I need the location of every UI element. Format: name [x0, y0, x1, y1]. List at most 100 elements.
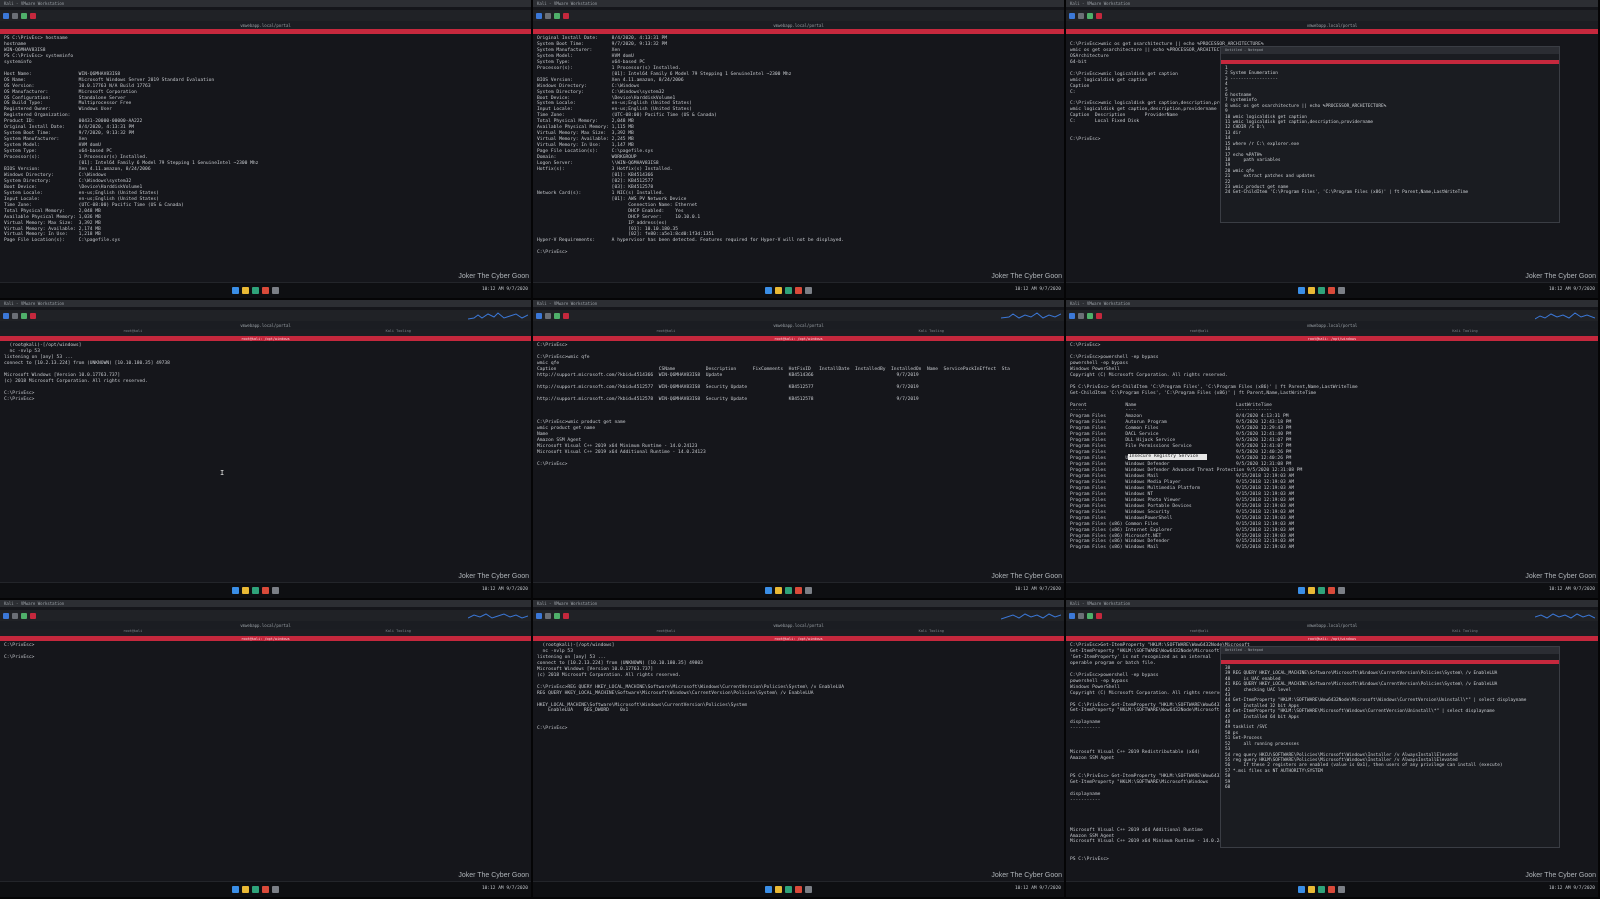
file-explorer-icon[interactable]: [1308, 886, 1315, 893]
app-icon[interactable]: [536, 612, 542, 619]
terminal-output[interactable]: (root@kali)-[/opt/windows] nc -nvlp 53 l…: [533, 641, 1064, 863]
edge-icon[interactable]: [1318, 587, 1325, 594]
app-icon[interactable]: [1069, 612, 1075, 619]
address-bar[interactable]: vmwebapp.local/portal: [1066, 21, 1598, 29]
play-icon[interactable]: [21, 312, 27, 319]
play-icon[interactable]: [1087, 612, 1093, 619]
address-bar[interactable]: vmwebapp.local/portal: [533, 621, 1064, 629]
file-explorer-icon[interactable]: [1308, 587, 1315, 594]
tab-left[interactable]: root@kali: [0, 629, 266, 636]
vmware-icon[interactable]: [272, 886, 279, 893]
stop-icon[interactable]: [1096, 12, 1102, 19]
windows-start-icon[interactable]: [765, 587, 772, 594]
edge-icon[interactable]: [252, 287, 259, 294]
tab-left[interactable]: root@kali: [1066, 629, 1332, 636]
windows-start-icon[interactable]: [232, 287, 239, 294]
stop-icon[interactable]: [563, 612, 569, 619]
app-icon[interactable]: [1069, 12, 1075, 19]
stop-icon[interactable]: [1096, 312, 1102, 319]
chrome-icon[interactable]: [795, 587, 802, 594]
windows-start-icon[interactable]: [765, 886, 772, 893]
folder-icon[interactable]: [1078, 612, 1084, 619]
chrome-icon[interactable]: [795, 886, 802, 893]
windows-start-icon[interactable]: [232, 886, 239, 893]
vmware-icon[interactable]: [1338, 287, 1345, 294]
windows-start-icon[interactable]: [232, 587, 239, 594]
folder-icon[interactable]: [12, 612, 18, 619]
edge-icon[interactable]: [1318, 287, 1325, 294]
terminal-output[interactable]: C:\PrivEsc> C:\PrivEsc>powershell -ep by…: [1066, 341, 1598, 563]
address-bar[interactable]: vmwebapp.local/portal: [1066, 321, 1598, 329]
app-icon[interactable]: [1069, 312, 1075, 319]
address-bar[interactable]: vmwebapp.local/portal: [533, 21, 1064, 29]
folder-icon[interactable]: [545, 312, 551, 319]
edge-icon[interactable]: [252, 587, 259, 594]
folder-icon[interactable]: [545, 612, 551, 619]
vmware-icon[interactable]: [805, 287, 812, 294]
tab-right[interactable]: Kali Tooling: [1332, 329, 1598, 336]
app-icon[interactable]: [3, 612, 9, 619]
folder-icon[interactable]: [545, 12, 551, 19]
tab-left[interactable]: root@kali: [1066, 329, 1332, 336]
tab-left[interactable]: root@kali: [533, 329, 799, 336]
terminal-output[interactable]: C:\PrivEsc>Get-ItemProperty "HKLM:\SOFTW…: [1066, 641, 1598, 863]
tab-right[interactable]: Kali Tooling: [799, 329, 1065, 336]
terminal-output[interactable]: C:\PrivEsc> C:\PrivEsc>wmic qfe wmic qfe…: [533, 341, 1064, 563]
chrome-icon[interactable]: [262, 587, 269, 594]
stop-icon[interactable]: [30, 312, 36, 319]
edge-icon[interactable]: [1318, 886, 1325, 893]
folder-icon[interactable]: [12, 312, 18, 319]
address-bar[interactable]: vmwebapp.local/portal: [533, 321, 1064, 329]
notepad-window[interactable]: Untitled - Notepad 38 39 REG QUERY HKEY_…: [1220, 646, 1560, 848]
file-explorer-icon[interactable]: [775, 287, 782, 294]
file-explorer-icon[interactable]: [1308, 287, 1315, 294]
chrome-icon[interactable]: [795, 287, 802, 294]
terminal-output[interactable]: (root@kali)-[/opt/windows] nc -nvlp 53 l…: [0, 341, 531, 563]
address-bar[interactable]: vmwebapp.local/portal: [0, 21, 531, 29]
notepad-window[interactable]: Untitled - Notepad 1 2 System Enumeratio…: [1220, 46, 1560, 223]
chrome-icon[interactable]: [1328, 287, 1335, 294]
vmware-icon[interactable]: [805, 886, 812, 893]
edge-icon[interactable]: [785, 886, 792, 893]
play-icon[interactable]: [21, 612, 27, 619]
play-icon[interactable]: [1087, 312, 1093, 319]
play-icon[interactable]: [554, 12, 560, 19]
app-icon[interactable]: [3, 312, 9, 319]
stop-icon[interactable]: [563, 12, 569, 19]
file-explorer-icon[interactable]: [775, 587, 782, 594]
play-icon[interactable]: [554, 612, 560, 619]
vmware-icon[interactable]: [1338, 886, 1345, 893]
tab-right[interactable]: Kali Tooling: [799, 629, 1065, 636]
stop-icon[interactable]: [30, 12, 36, 19]
windows-start-icon[interactable]: [1298, 287, 1305, 294]
tab-right[interactable]: Kali Tooling: [266, 629, 532, 636]
chrome-icon[interactable]: [1328, 886, 1335, 893]
terminal-output[interactable]: C:\PrivEsc>wmic os get osarchitecture ||…: [1066, 34, 1598, 256]
play-icon[interactable]: [554, 312, 560, 319]
vmware-icon[interactable]: [805, 587, 812, 594]
address-bar[interactable]: vmwebapp.local/portal: [0, 621, 531, 629]
stop-icon[interactable]: [1096, 612, 1102, 619]
windows-start-icon[interactable]: [1298, 886, 1305, 893]
edge-icon[interactable]: [785, 287, 792, 294]
edge-icon[interactable]: [252, 886, 259, 893]
address-bar[interactable]: vmwebapp.local/portal: [0, 321, 531, 329]
chrome-icon[interactable]: [262, 287, 269, 294]
file-explorer-icon[interactable]: [242, 287, 249, 294]
stop-icon[interactable]: [30, 612, 36, 619]
app-icon[interactable]: [3, 12, 9, 19]
app-icon[interactable]: [536, 12, 542, 19]
vmware-icon[interactable]: [1338, 587, 1345, 594]
file-explorer-icon[interactable]: [242, 886, 249, 893]
terminal-output[interactable]: C:\PrivEsc> C:\PrivEsc>: [0, 641, 531, 863]
tab-left[interactable]: root@kali: [0, 329, 266, 336]
play-icon[interactable]: [1087, 12, 1093, 19]
chrome-icon[interactable]: [262, 886, 269, 893]
file-explorer-icon[interactable]: [242, 587, 249, 594]
vmware-icon[interactable]: [272, 287, 279, 294]
edge-icon[interactable]: [785, 587, 792, 594]
chrome-icon[interactable]: [1328, 587, 1335, 594]
vmware-icon[interactable]: [272, 587, 279, 594]
file-explorer-icon[interactable]: [775, 886, 782, 893]
terminal-output[interactable]: Original Install Date: 8/4/2020, 4:13:31…: [533, 34, 1064, 256]
